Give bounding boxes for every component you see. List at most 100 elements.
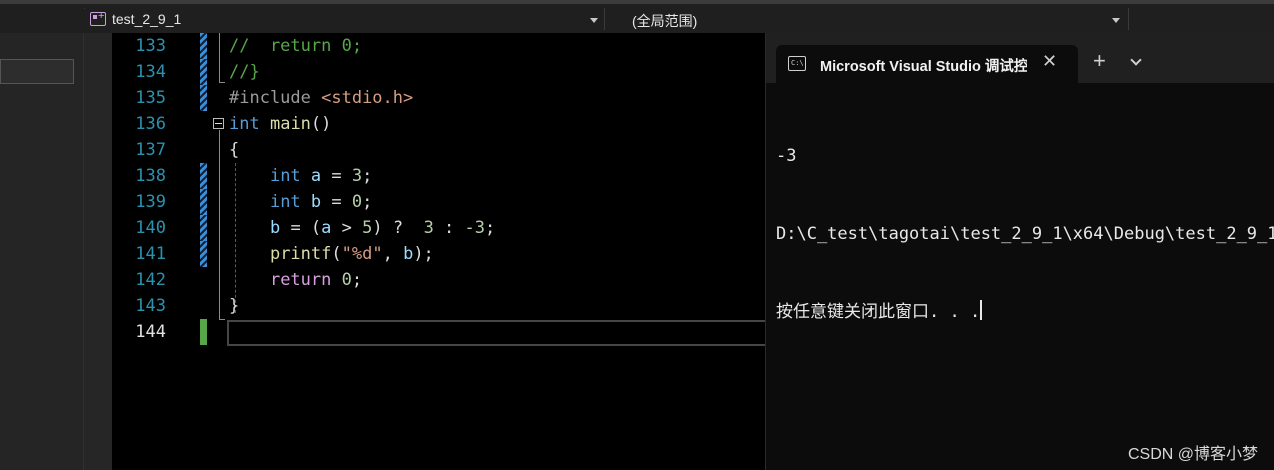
code-text: int a = 3; bbox=[229, 163, 372, 189]
code-token: "%d" bbox=[341, 244, 383, 264]
line-number: 139 bbox=[135, 192, 166, 212]
code-line[interactable]: 135 #include <stdio.h> bbox=[112, 85, 765, 111]
line-number: 141 bbox=[135, 244, 166, 264]
code-token: () bbox=[310, 114, 332, 134]
collapse-toggle-icon[interactable] bbox=[213, 118, 224, 129]
change-marker bbox=[200, 241, 207, 267]
code-line[interactable]: 134 //} bbox=[112, 59, 765, 85]
code-token: ); bbox=[413, 244, 434, 264]
change-marker bbox=[200, 319, 207, 345]
code-text: } bbox=[229, 293, 239, 319]
console-output: -3 D:\C_test\tagotai\test_2_9_1\x64\Debu… bbox=[776, 91, 1274, 377]
navigation-bar: test_2_9_1 (全局范围) bbox=[0, 0, 1274, 33]
console-tab-title: Microsoft Visual Studio 调试控制台 bbox=[820, 59, 1027, 75]
code-token: , bbox=[382, 244, 404, 264]
line-number: 134 bbox=[135, 62, 166, 82]
code-token: #include bbox=[229, 88, 322, 108]
line-number: 135 bbox=[135, 88, 166, 108]
line-number: 144 bbox=[135, 322, 166, 342]
code-line[interactable]: 140 b = (a > 5) ? 3 : -3; bbox=[112, 215, 765, 241]
code-token: ; bbox=[362, 166, 373, 186]
change-marker bbox=[200, 85, 207, 111]
terminal-icon: C:\ bbox=[788, 56, 806, 71]
code-token: ( bbox=[331, 244, 342, 264]
console-titlebar: C:\ Microsoft Visual Studio 调试控制台 ✕ + bbox=[766, 33, 1274, 83]
debug-console-window[interactable]: C:\ Microsoft Visual Studio 调试控制台 ✕ + -3… bbox=[765, 33, 1274, 470]
chevron-down-icon[interactable] bbox=[590, 18, 598, 23]
output-line: D:\C_test\tagotai\test_2_9_1\x64\Debug\t… bbox=[776, 224, 1274, 244]
code-token: // return 0; bbox=[229, 36, 363, 56]
search-field[interactable] bbox=[0, 59, 74, 84]
code-text: return 0; bbox=[229, 267, 362, 293]
code-line[interactable]: 136 int main() bbox=[112, 111, 765, 137]
cpp-project-icon bbox=[90, 10, 106, 26]
code-line[interactable]: 133 // return 0; bbox=[112, 33, 765, 59]
code-token: b bbox=[269, 218, 281, 238]
code-token: main bbox=[269, 114, 311, 134]
code-token: int bbox=[269, 192, 301, 212]
code-line[interactable]: 141 printf("%d", b); bbox=[112, 241, 765, 267]
project-dropdown[interactable]: test_2_9_1 bbox=[84, 9, 604, 31]
scope-dropdown[interactable]: (全局范围) bbox=[624, 9, 1124, 31]
code-text: //} bbox=[229, 59, 260, 85]
code-line[interactable]: 137 { bbox=[112, 137, 765, 163]
code-line[interactable]: 138 int a = 3; bbox=[112, 163, 765, 189]
code-token: ; bbox=[351, 270, 363, 290]
code-token: a bbox=[321, 218, 332, 238]
line-number: 133 bbox=[135, 36, 166, 56]
text-cursor bbox=[980, 300, 983, 320]
code-text: b = (a > 5) ? 3 : -3; bbox=[229, 215, 495, 241]
code-text: { bbox=[229, 137, 239, 163]
code-editor[interactable]: 133 // return 0; 134 //} 135 #include <stdio.… bbox=[112, 33, 765, 470]
output-line: 按任意键关闭此窗口. . . bbox=[776, 299, 1274, 325]
code-token: ; bbox=[485, 218, 496, 238]
code-token: return bbox=[269, 270, 332, 290]
solution-explorer-strip bbox=[0, 33, 84, 470]
code-line[interactable]: 142 return 0; bbox=[112, 267, 765, 293]
divider bbox=[1128, 8, 1129, 30]
code-line[interactable]: 139 int b = 0; bbox=[112, 189, 765, 215]
close-icon[interactable]: ✕ bbox=[1042, 51, 1057, 72]
code-line[interactable]: 144 bbox=[112, 319, 765, 345]
code-token: ) ? bbox=[372, 218, 424, 238]
scope-label: (全局范围) bbox=[632, 13, 698, 29]
new-tab-button[interactable]: + bbox=[1093, 48, 1106, 74]
change-marker bbox=[200, 59, 207, 85]
line-number: 143 bbox=[135, 296, 166, 316]
line-number: 137 bbox=[135, 140, 166, 160]
code-token: { bbox=[229, 140, 240, 160]
code-token: 3 bbox=[351, 166, 363, 186]
code-token: 5 bbox=[362, 218, 373, 238]
left-panel bbox=[0, 33, 112, 470]
code-token: a bbox=[310, 166, 322, 186]
code-token: printf bbox=[269, 244, 332, 264]
code-token: } bbox=[229, 296, 240, 316]
chevron-down-icon[interactable] bbox=[1112, 18, 1120, 23]
code-token: 3 bbox=[423, 218, 434, 238]
code-text: int b = 0; bbox=[229, 189, 372, 215]
code-token: 0 bbox=[341, 270, 352, 290]
change-marker bbox=[200, 215, 207, 241]
line-number: 142 bbox=[135, 270, 166, 290]
console-tab[interactable]: C:\ Microsoft Visual Studio 调试控制台 ✕ bbox=[776, 45, 1078, 83]
code-token: <stdio.h> bbox=[321, 88, 414, 108]
watermark: CSDN @博客小梦 bbox=[1127, 446, 1258, 463]
code-text: // return 0; bbox=[229, 33, 362, 59]
code-token: > bbox=[331, 218, 363, 238]
code-token: : bbox=[433, 218, 465, 238]
chevron-down-icon[interactable] bbox=[1130, 54, 1142, 66]
line-number: 140 bbox=[135, 218, 166, 238]
code-token: int bbox=[269, 166, 301, 186]
line-number: 136 bbox=[135, 114, 166, 134]
code-line[interactable]: 143} bbox=[112, 293, 765, 319]
code-text: printf("%d", b); bbox=[229, 241, 434, 267]
